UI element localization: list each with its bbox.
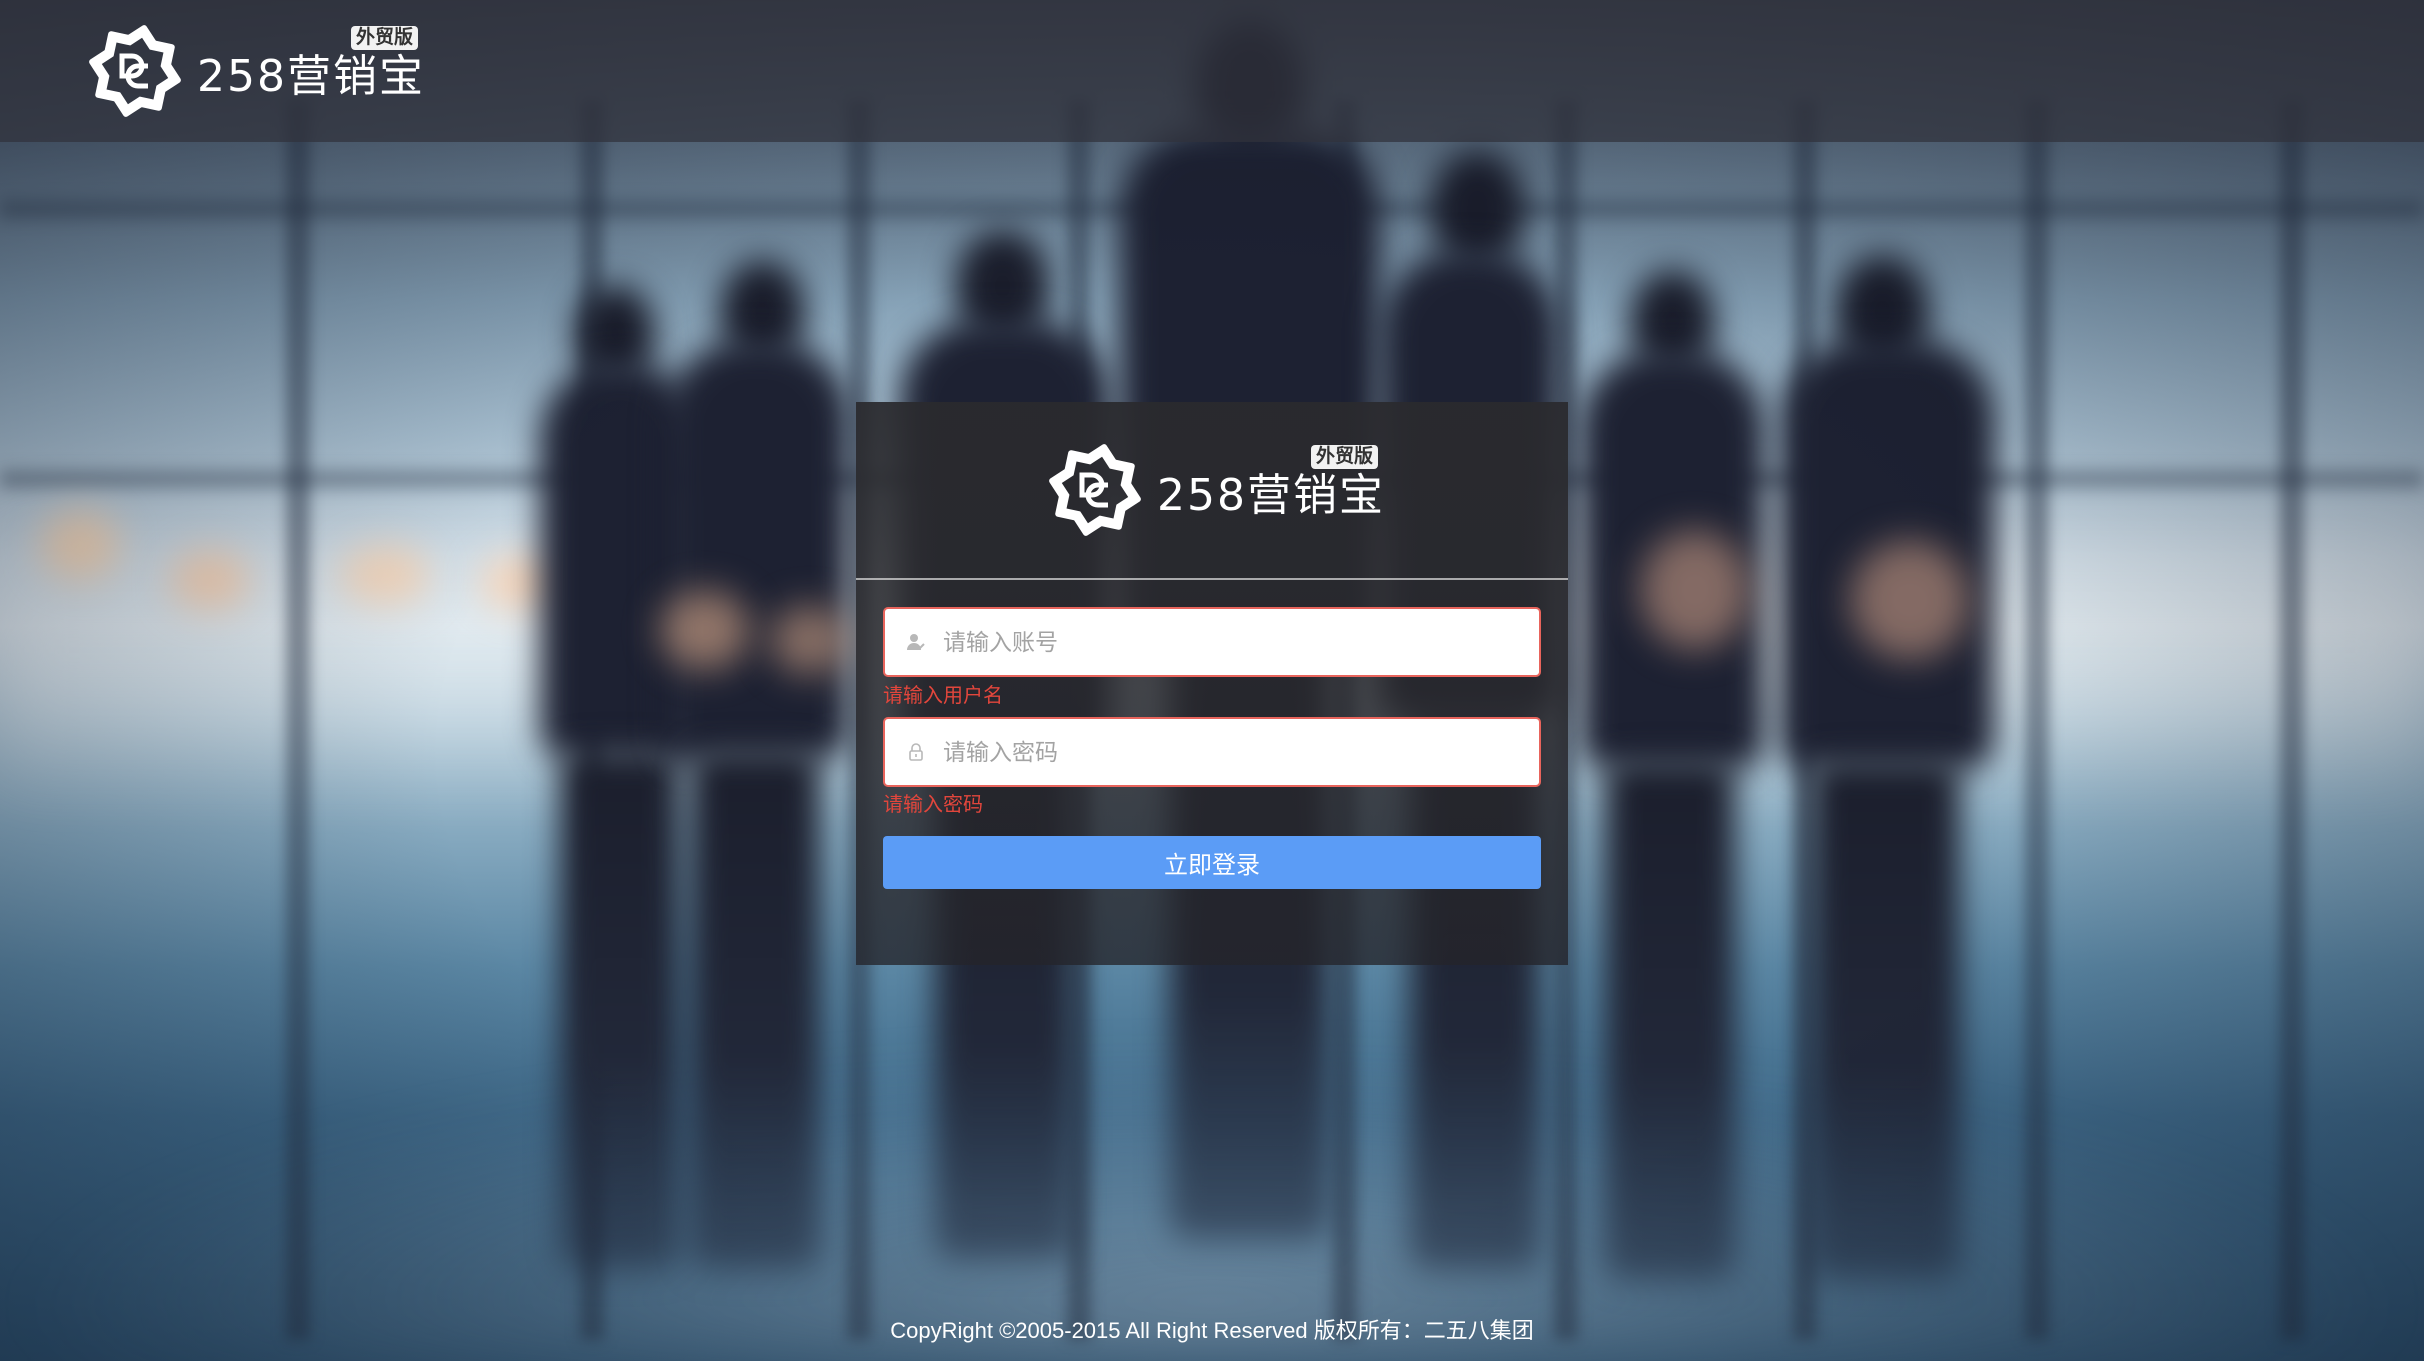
username-input[interactable] (941, 612, 1539, 672)
logo-emblem-icon (1045, 437, 1145, 543)
panel-divider (856, 578, 1568, 580)
password-field[interactable] (883, 717, 1541, 787)
username-field[interactable] (883, 607, 1541, 677)
top-header: 258营销宝 外贸版 (0, 0, 2424, 142)
lock-icon (905, 741, 927, 763)
username-error: 请输入用户名 (883, 685, 1003, 707)
panel-logo: 258营销宝 外贸版 (1045, 437, 1385, 543)
logo-emblem-icon (85, 18, 185, 124)
logo-brand-name: 258营销宝 (197, 51, 425, 102)
password-error: 请输入密码 (883, 794, 983, 816)
login-panel: 258营销宝 外贸版 请输入用户名 (856, 402, 1568, 965)
header-logo[interactable]: 258营销宝 外贸版 (85, 18, 425, 124)
copyright-footer: CopyRight ©2005-2015 All Right Reserved … (890, 1318, 1534, 1343)
logo-edition-badge: 外贸版 (1311, 445, 1379, 469)
login-page: 258营销宝 外贸版 258营销宝 外贸版 请输入账号 请输入用户名 请输入密码… (0, 0, 2424, 1361)
user-icon (905, 631, 927, 653)
logo-edition-badge: 外贸版 (351, 26, 419, 50)
logo-brand-name: 258营销宝 (1157, 470, 1385, 521)
login-button[interactable]: 立即登录 (883, 836, 1541, 889)
password-input[interactable] (941, 722, 1539, 782)
